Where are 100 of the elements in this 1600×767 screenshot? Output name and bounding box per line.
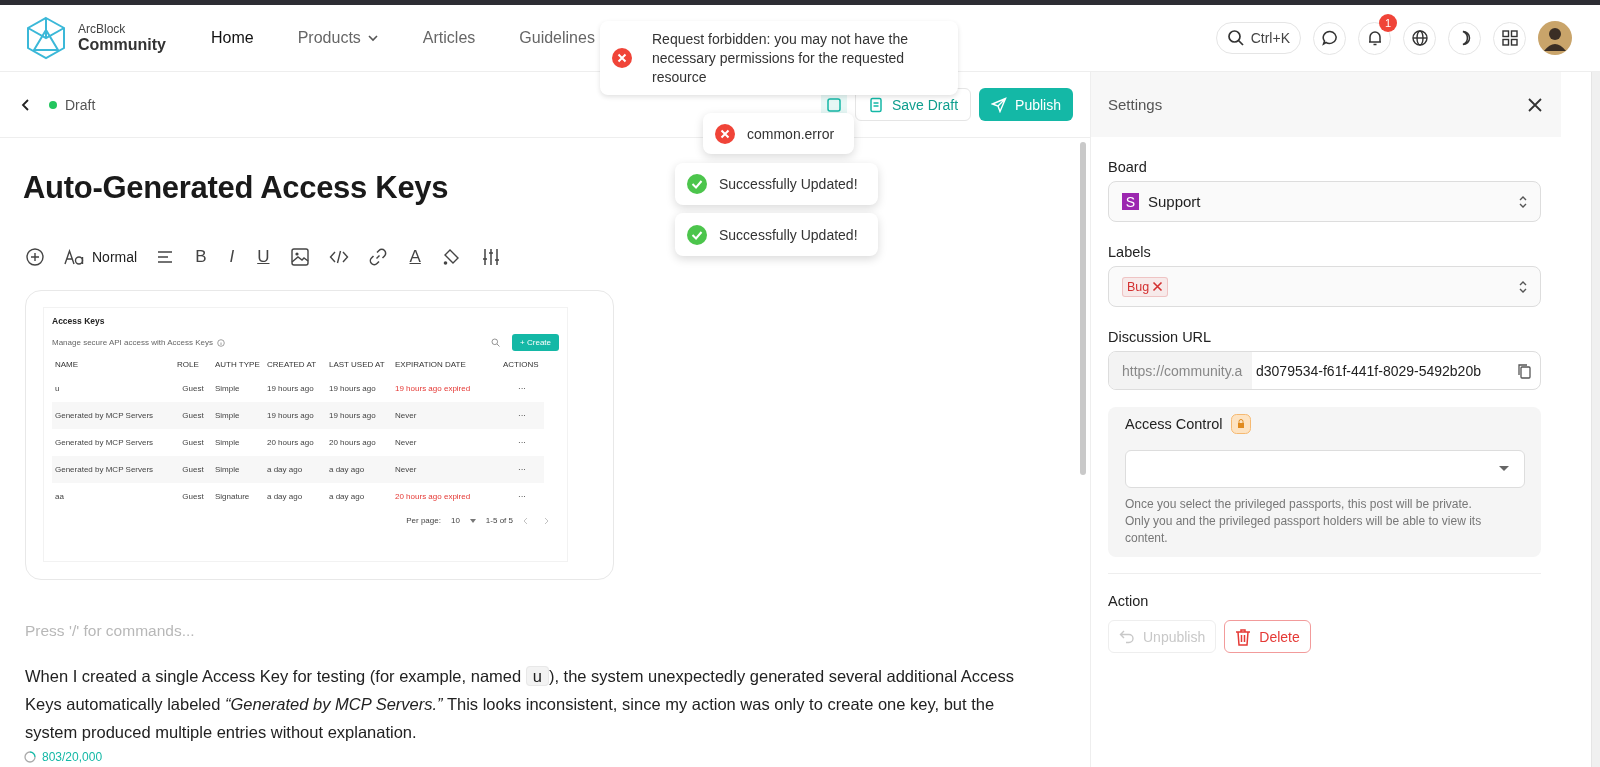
align-icon[interactable]	[156, 248, 175, 266]
more-actions: ···	[500, 402, 544, 429]
format-button[interactable]: A	[407, 247, 423, 267]
toast-message: Request forbidden: you may not have the necessary permissions for the requested resource	[652, 29, 910, 87]
lock-icon	[1230, 414, 1251, 434]
status-label: Draft	[65, 96, 96, 113]
role-tag: Guest	[174, 375, 212, 402]
nav-link[interactable]: Products	[297, 29, 379, 47]
field-label: Labels	[1108, 244, 1152, 260]
search-button[interactable]: Ctrl+K	[1215, 22, 1301, 54]
progress-ring-icon	[24, 751, 36, 763]
table-cell: Generated by MCP Servers	[52, 456, 174, 483]
sliders-icon[interactable]	[480, 247, 501, 267]
table-cell: 19 hours ago	[264, 402, 326, 429]
post-paragraph: When I created a single Access Key for testing (for example, named u ), the system unexpectedly generated several additional Access Keys automatically labeled “Generated by MCP Servers.” This looks inconsistent, since my action was only to create one key, but the system produced multiple entries without explanation.	[25, 665, 1015, 743]
table-cell: Never	[392, 402, 500, 429]
document-icon[interactable]	[867, 96, 884, 113]
nav-link[interactable]: Articles	[422, 29, 476, 47]
board-select[interactable]: S Support	[1108, 181, 1541, 222]
column-header: LAST USED AT	[328, 359, 386, 371]
label-chip[interactable]: Bug	[1122, 276, 1169, 297]
trash-icon[interactable]	[1235, 627, 1252, 646]
table-cell-text: a day ago	[328, 491, 366, 503]
screenshot-title: Access Keys	[52, 316, 106, 326]
chevron-down-icon[interactable]	[366, 32, 379, 44]
per-page-value: 10	[450, 516, 460, 525]
table-cell: a day ago	[264, 456, 326, 483]
column-header: ROLE	[176, 359, 200, 371]
table-cell-text: Signature	[214, 491, 251, 503]
search-icon[interactable]	[1226, 29, 1245, 47]
logo-subtitle: ArcBlock	[78, 22, 127, 36]
delete-button[interactable]: Delete	[1224, 620, 1311, 653]
table-cell-text: 20 hours ago	[266, 437, 315, 449]
field-label: Discussion URL	[1108, 329, 1213, 345]
error-icon	[612, 48, 632, 68]
format-button[interactable]: B	[193, 247, 209, 267]
table-cell-text: u	[54, 383, 61, 395]
table-cell-text: 20 hours ago	[328, 437, 377, 449]
labels-select[interactable]: Bug	[1108, 266, 1541, 307]
role-tag: Guest	[174, 456, 212, 483]
section-label: Action	[1108, 593, 1150, 609]
post-title: Auto-Generated Access Keys	[23, 170, 449, 206]
access-control-title: Access Control	[1125, 416, 1223, 432]
globe-icon[interactable]	[1403, 21, 1436, 55]
check-circle-icon	[687, 174, 707, 194]
table-cell: Never	[392, 456, 500, 483]
per-page-label: Per page:	[406, 516, 441, 525]
role-tag: Guest	[174, 483, 212, 510]
chat-bubble-icon[interactable]	[1313, 21, 1346, 55]
add-circle-icon[interactable]	[25, 247, 45, 267]
chevron-updown-icon[interactable]	[1518, 193, 1528, 210]
copy-icon[interactable]	[1516, 362, 1532, 379]
table-cell: Simple	[212, 402, 264, 429]
toast-message: Successfully Updated!	[719, 176, 858, 192]
table-cell-text: 19 hours ago expired	[394, 383, 472, 395]
table-cell-text: 19 hours ago	[328, 383, 377, 395]
field-label: Board	[1108, 159, 1148, 175]
format-button[interactable]: I	[227, 247, 237, 267]
avatar[interactable]	[1538, 21, 1572, 55]
search-icon	[491, 338, 501, 347]
caret-down-icon[interactable]	[1498, 465, 1510, 473]
column-header: ACTIONS	[502, 359, 540, 371]
bell-icon[interactable]	[1358, 21, 1391, 55]
check-circle-icon	[687, 224, 707, 245]
image-icon[interactable]	[290, 247, 311, 267]
table-cell: Simple	[212, 456, 264, 483]
pagination-arrows-icon	[523, 516, 549, 525]
nav-link[interactable]: Home	[211, 29, 254, 47]
table-cell-text: aa	[54, 491, 65, 503]
table-cell-text: 20 hours ago expired	[394, 491, 472, 503]
help-text: Once you select the privileged passports, this post will be private. Only you and the privileged passport holders will be able to view its content.	[1125, 496, 1483, 547]
status-dot	[49, 100, 57, 109]
toast-message: common.error	[747, 125, 835, 142]
url-field[interactable]: https://community.a d3079534-f61f-441f-8029-5492b20b	[1108, 351, 1541, 390]
format-button[interactable]: U	[255, 247, 272, 267]
column-header: NAME	[54, 359, 80, 371]
toast-message: Successfully Updated!	[719, 226, 858, 243]
close-icon[interactable]	[1527, 96, 1543, 113]
role-tag: Guest	[174, 429, 212, 456]
link-icon[interactable]	[368, 247, 389, 267]
moon-icon[interactable]	[1448, 21, 1481, 55]
word-counter: 803/20,000	[42, 750, 103, 764]
column-header: AUTH TYPE	[214, 359, 261, 371]
inline-code: u	[525, 666, 549, 686]
column-header: CREATED AT	[266, 359, 318, 371]
remove-icon[interactable]	[1152, 281, 1164, 292]
chevron-updown-icon[interactable]	[1518, 278, 1528, 295]
logo-cube-icon	[26, 16, 66, 60]
nav-link[interactable]: Guidelines	[519, 29, 595, 47]
text-style-dropdown[interactable]: Normal	[64, 249, 138, 265]
apps-grid-icon[interactable]	[1493, 21, 1526, 55]
table-cell-text: Never	[394, 437, 418, 449]
more-actions: ···	[500, 456, 544, 483]
table-cell-text: 19 hours ago	[266, 383, 315, 395]
page-scrollbar[interactable]	[1591, 72, 1600, 767]
scrollbar[interactable]	[1080, 142, 1086, 475]
table-cell: Generated by MCP Servers	[52, 402, 174, 429]
logo-title: Community	[78, 35, 166, 54]
font-size-icon[interactable]	[64, 249, 86, 265]
table-cell: a day ago	[326, 456, 392, 483]
